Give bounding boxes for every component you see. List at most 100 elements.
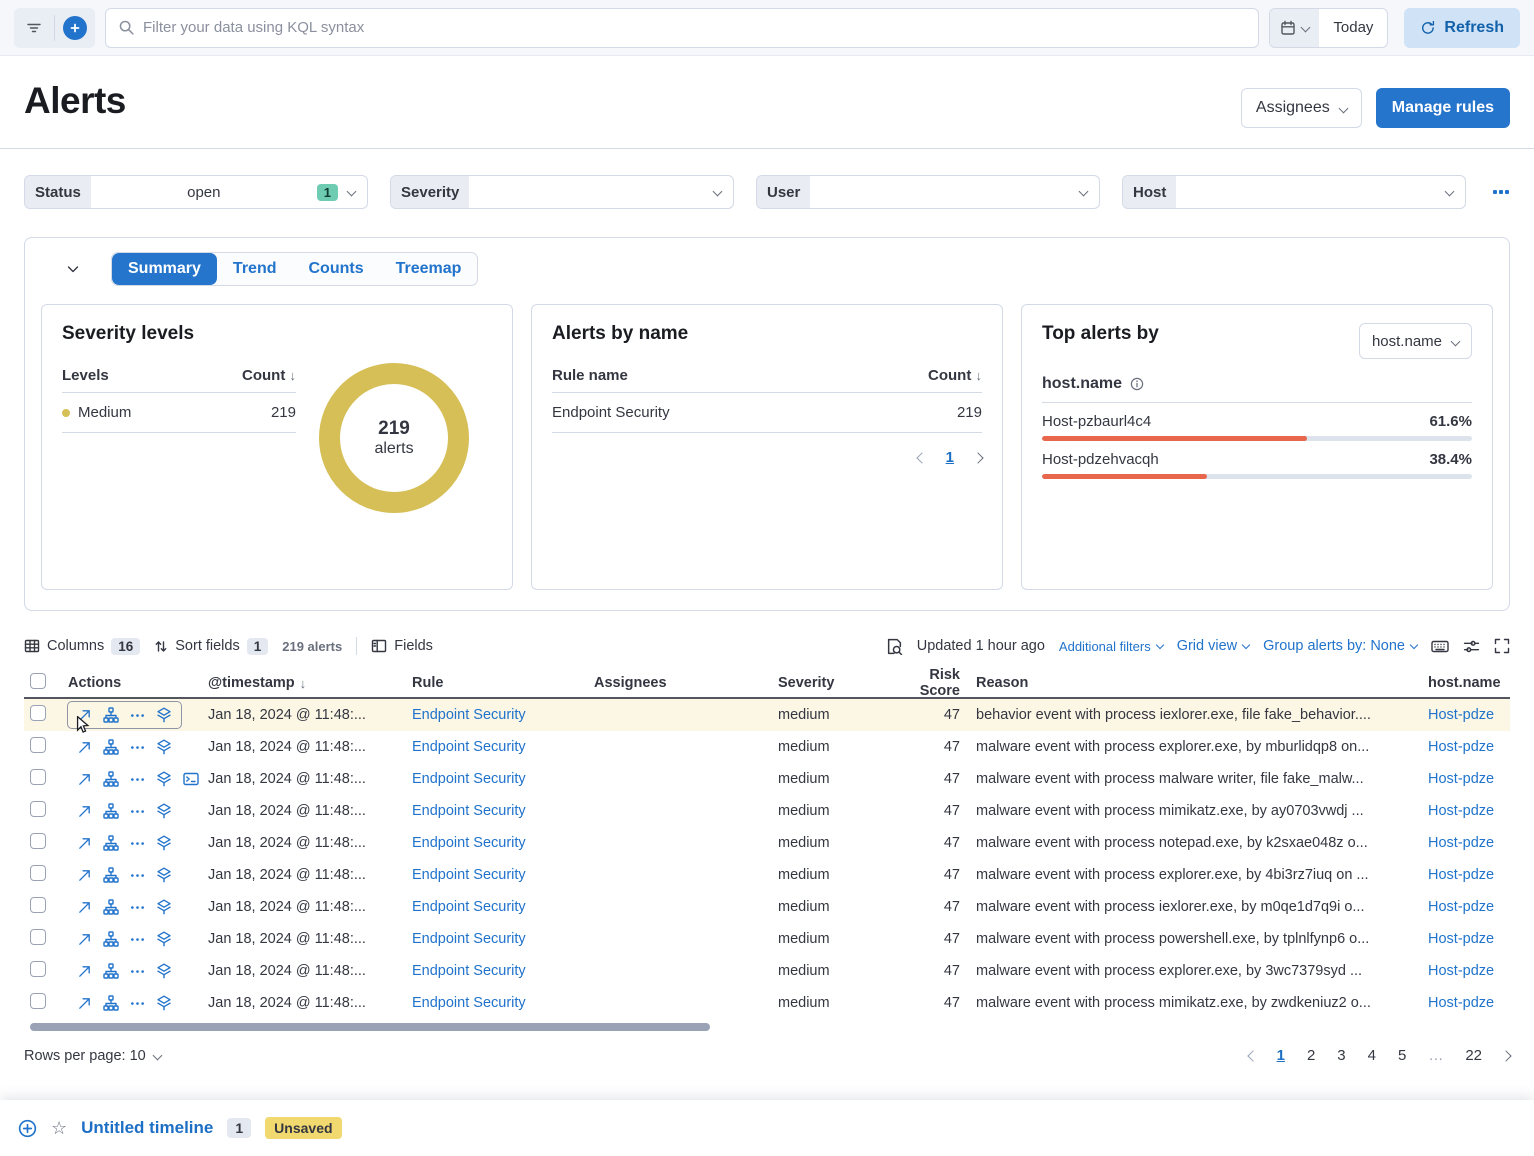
add-filter-button[interactable]: [55, 8, 95, 48]
cell-rule-link[interactable]: Endpoint Security: [412, 771, 594, 787]
cell-rule-link[interactable]: Endpoint Security: [412, 899, 594, 915]
table-row[interactable]: Jan 18, 2024 @ 11:48:... Endpoint Securi…: [24, 955, 1510, 987]
analyzer-graph-icon[interactable]: [103, 835, 119, 851]
fields-button[interactable]: Fields: [371, 638, 433, 654]
expand-alert-icon[interactable]: [77, 996, 92, 1011]
table-row[interactable]: Jan 18, 2024 @ 11:48:... Endpoint Securi…: [24, 987, 1510, 1019]
more-actions-icon[interactable]: [130, 900, 145, 915]
more-actions-icon[interactable]: [130, 996, 145, 1011]
expand-alert-icon[interactable]: [77, 804, 92, 819]
osquery-cube-icon[interactable]: [156, 963, 172, 979]
status-filter[interactable]: Status open 1: [24, 175, 368, 209]
analyzer-graph-icon[interactable]: [103, 739, 119, 755]
row-checkbox[interactable]: [30, 993, 46, 1009]
table-row[interactable]: Jan 18, 2024 @ 11:48:... Endpoint Securi…: [24, 923, 1510, 955]
cell-rule-link[interactable]: Endpoint Security: [412, 707, 594, 723]
analyzer-graph-icon[interactable]: [103, 995, 119, 1011]
header-assignees[interactable]: Assignees: [594, 675, 778, 691]
host-filter[interactable]: Host: [1122, 175, 1466, 209]
more-actions-icon[interactable]: [130, 804, 145, 819]
analyzer-graph-icon[interactable]: [103, 771, 119, 787]
cell-rule-link[interactable]: Endpoint Security: [412, 995, 594, 1011]
header-timestamp[interactable]: @timestamp↓: [208, 675, 412, 691]
rows-per-page-button[interactable]: Rows per page: 10: [24, 1048, 161, 1064]
page-2-link[interactable]: 2: [1307, 1047, 1315, 1064]
cell-rule-link[interactable]: Endpoint Security: [412, 739, 594, 755]
collapse-summary-button[interactable]: [61, 257, 85, 281]
row-checkbox[interactable]: [30, 737, 46, 753]
open-session-view-icon[interactable]: [183, 771, 199, 787]
severity-filter[interactable]: Severity: [390, 175, 734, 209]
more-actions-icon[interactable]: [130, 708, 145, 723]
expand-alert-icon[interactable]: [77, 868, 92, 883]
osquery-cube-icon[interactable]: [156, 739, 172, 755]
cell-host-link[interactable]: Host-pdze: [1428, 771, 1510, 787]
table-row[interactable]: Jan 18, 2024 @ 11:48:... Endpoint Securi…: [24, 795, 1510, 827]
more-actions-icon[interactable]: [130, 868, 145, 883]
cell-host-link[interactable]: Host-pdze: [1428, 867, 1510, 883]
page-1-link[interactable]: 1: [946, 449, 954, 466]
analyzer-graph-icon[interactable]: [103, 707, 119, 723]
row-checkbox[interactable]: [30, 705, 46, 721]
expand-alert-icon[interactable]: [77, 964, 92, 979]
analyzer-graph-icon[interactable]: [103, 803, 119, 819]
expand-alert-icon[interactable]: [77, 708, 92, 723]
cell-host-link[interactable]: Host-pdze: [1428, 739, 1510, 755]
table-row[interactable]: Jan 18, 2024 @ 11:48:... Endpoint Securi…: [24, 859, 1510, 891]
horizontal-scrollbar[interactable]: [30, 1023, 710, 1031]
header-risk-score[interactable]: Risk Score: [888, 667, 976, 699]
expand-alert-icon[interactable]: [77, 740, 92, 755]
filter-menu-button[interactable]: [14, 8, 54, 48]
tab-treemap[interactable]: Treemap: [380, 253, 478, 285]
osquery-cube-icon[interactable]: [156, 867, 172, 883]
table-row[interactable]: Jan 18, 2024 @ 11:48:... Endpoint Securi…: [24, 891, 1510, 923]
tab-summary[interactable]: Summary: [112, 253, 217, 285]
cell-host-link[interactable]: Host-pdze: [1428, 931, 1510, 947]
rule-count-sort[interactable]: Count ↓: [928, 367, 982, 384]
analyzer-graph-icon[interactable]: [103, 931, 119, 947]
osquery-cube-icon[interactable]: [156, 995, 172, 1011]
expand-alert-icon[interactable]: [77, 900, 92, 915]
refresh-button[interactable]: Refresh: [1404, 8, 1520, 48]
cell-rule-link[interactable]: Endpoint Security: [412, 803, 594, 819]
row-checkbox[interactable]: [30, 865, 46, 881]
table-row[interactable]: Jan 18, 2024 @ 11:48:... Endpoint Securi…: [24, 699, 1510, 731]
columns-button[interactable]: Columns 16: [24, 638, 140, 655]
more-actions-icon[interactable]: [130, 772, 145, 787]
cell-rule-link[interactable]: Endpoint Security: [412, 931, 594, 947]
more-actions-icon[interactable]: [130, 836, 145, 851]
expand-alert-icon[interactable]: [77, 836, 92, 851]
more-actions-icon[interactable]: [130, 740, 145, 755]
osquery-cube-icon[interactable]: [156, 931, 172, 947]
row-checkbox[interactable]: [30, 769, 46, 785]
prev-page-icon[interactable]: [1247, 1050, 1258, 1061]
manage-rules-button[interactable]: Manage rules: [1376, 88, 1510, 128]
additional-filters-button[interactable]: Additional filters: [1059, 639, 1163, 654]
more-filters-button[interactable]: [1492, 187, 1510, 197]
cell-host-link[interactable]: Host-pdze: [1428, 707, 1510, 723]
user-filter[interactable]: User: [756, 175, 1100, 209]
osquery-cube-icon[interactable]: [156, 771, 172, 787]
table-row[interactable]: Jan 18, 2024 @ 11:48:... Endpoint Securi…: [24, 731, 1510, 763]
cell-host-link[interactable]: Host-pdze: [1428, 803, 1510, 819]
row-checkbox[interactable]: [30, 961, 46, 977]
timeline-title-link[interactable]: Untitled timeline: [81, 1118, 213, 1138]
cell-host-link[interactable]: Host-pdze: [1428, 835, 1510, 851]
header-severity[interactable]: Severity: [778, 675, 888, 691]
prev-page-icon[interactable]: [916, 452, 927, 463]
cell-host-link[interactable]: Host-pdze: [1428, 899, 1510, 915]
more-actions-icon[interactable]: [130, 964, 145, 979]
add-timeline-icon[interactable]: [18, 1119, 37, 1138]
more-actions-icon[interactable]: [130, 932, 145, 947]
header-rule[interactable]: Rule: [412, 675, 594, 691]
page-3-link[interactable]: 3: [1337, 1047, 1345, 1064]
cell-rule-link[interactable]: Endpoint Security: [412, 835, 594, 851]
osquery-cube-icon[interactable]: [156, 899, 172, 915]
analyzer-graph-icon[interactable]: [103, 867, 119, 883]
analyzer-graph-icon[interactable]: [103, 963, 119, 979]
cell-host-link[interactable]: Host-pdze: [1428, 963, 1510, 979]
header-host-name[interactable]: host.name: [1428, 675, 1510, 691]
inspect-button[interactable]: [886, 638, 903, 655]
display-options-button[interactable]: [1463, 638, 1480, 655]
page-1-link[interactable]: 1: [1277, 1047, 1285, 1064]
